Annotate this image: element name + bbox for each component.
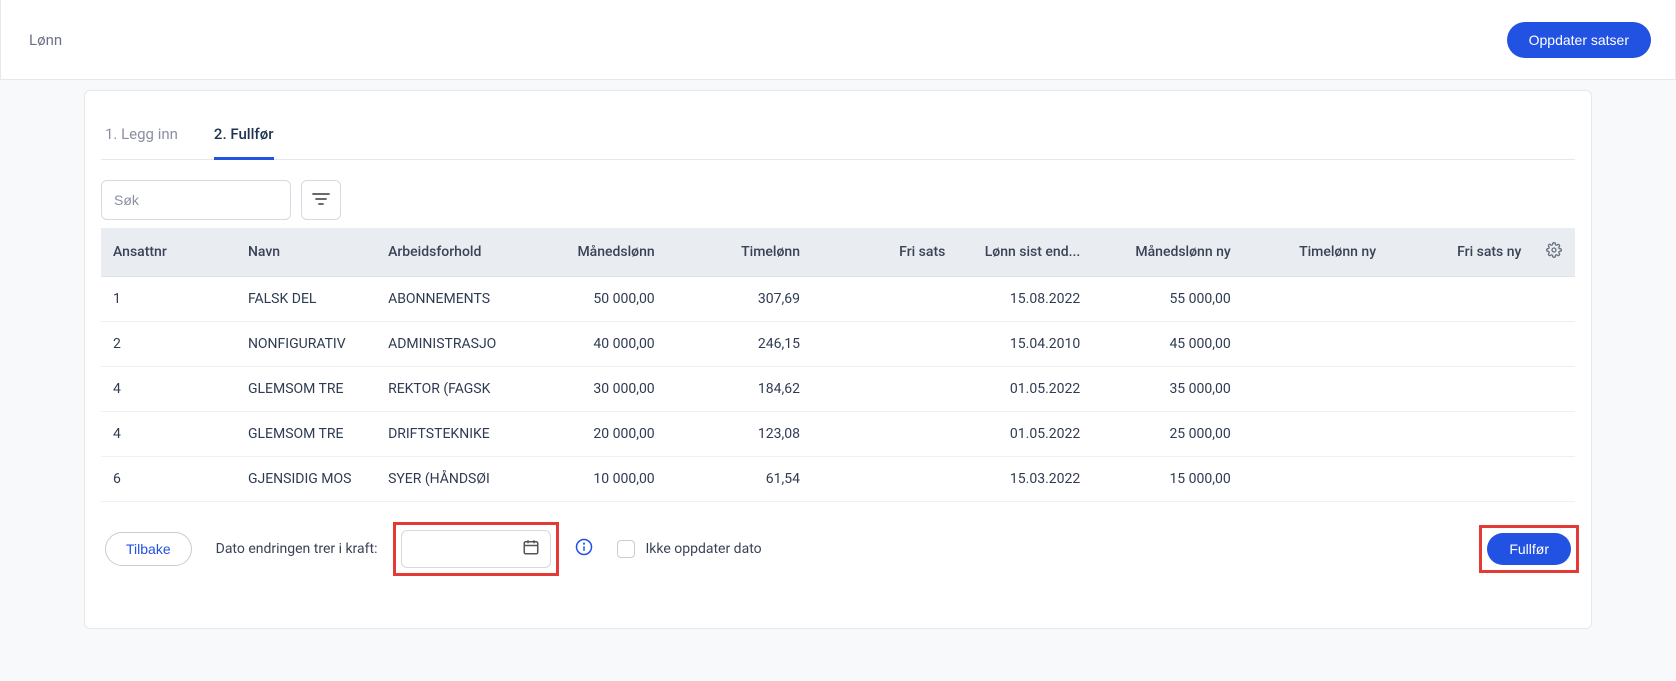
cell-lonn_sist_end: 01.05.2022 (957, 412, 1092, 457)
search-input[interactable] (101, 180, 291, 220)
gear-icon (1546, 246, 1562, 262)
cell-timelonn_ny (1243, 367, 1388, 412)
checkbox-box (617, 540, 635, 558)
col-ansattnr[interactable]: Ansattnr (101, 228, 236, 277)
step-tabs: 1. Legg inn 2. Fullfør (101, 115, 1575, 160)
cell-fri_sats_ny (1388, 367, 1533, 412)
cell-navn: NONFIGURATIV (236, 322, 376, 367)
cell-lonn_sist_end: 15.08.2022 (957, 277, 1092, 322)
cell-fri_sats_ny (1388, 277, 1533, 322)
filter-icon (312, 192, 330, 209)
cell-manedslonn: 40 000,00 (521, 322, 666, 367)
cell-arbeidsforhold: ABONNEMENTS (376, 277, 521, 322)
info-icon[interactable] (575, 538, 593, 560)
table-row[interactable]: 4GLEMSOM TREDRIFTSTEKNIKE20 000,00123,08… (101, 412, 1575, 457)
cell-navn: FALSK DEL (236, 277, 376, 322)
salary-table: Ansattnr Navn Arbeidsforhold Månedslønn … (101, 228, 1575, 502)
cell-lonn_sist_end: 15.04.2010 (957, 322, 1092, 367)
cell-manedslonn: 50 000,00 (521, 277, 666, 322)
checkbox-label: Ikke oppdater dato (645, 541, 761, 557)
cell-manedslonn_ny: 25 000,00 (1092, 412, 1243, 457)
tab-legg-inn[interactable]: 1. Legg inn (105, 115, 178, 159)
cell-ansattnr: 6 (101, 457, 236, 502)
cell-lonn_sist_end: 15.03.2022 (957, 457, 1092, 502)
cell-manedslonn: 10 000,00 (521, 457, 666, 502)
table-header-row: Ansattnr Navn Arbeidsforhold Månedslønn … (101, 228, 1575, 277)
update-rates-button[interactable]: Oppdater satser (1507, 22, 1651, 58)
cell-navn: GLEMSOM TRE (236, 367, 376, 412)
cell-fri_sats (812, 457, 957, 502)
filter-button[interactable] (301, 180, 341, 220)
date-effective-label: Dato endringen trer i kraft: (216, 541, 378, 557)
cell-empty (1533, 277, 1575, 322)
col-navn[interactable]: Navn (236, 228, 376, 277)
cell-manedslonn_ny: 45 000,00 (1092, 322, 1243, 367)
col-timelonn[interactable]: Timelønn (667, 228, 812, 277)
table-row[interactable]: 4GLEMSOM TREREKTOR (FAGSK30 000,00184,62… (101, 367, 1575, 412)
table-row[interactable]: 2NONFIGURATIVADMINISTRASJO40 000,00246,1… (101, 322, 1575, 367)
highlight-date-field (401, 530, 551, 568)
cell-empty (1533, 412, 1575, 457)
cell-fri_sats (812, 367, 957, 412)
footer-row: Tilbake Dato endringen trer i kraft: (101, 530, 1575, 568)
cell-manedslonn: 20 000,00 (521, 412, 666, 457)
cell-empty (1533, 322, 1575, 367)
toolbar (101, 180, 1575, 220)
cell-manedslonn: 30 000,00 (521, 367, 666, 412)
cell-navn: GLEMSOM TRE (236, 412, 376, 457)
cell-fri_sats (812, 322, 957, 367)
date-effective-input[interactable] (401, 530, 551, 568)
cell-empty (1533, 457, 1575, 502)
cell-arbeidsforhold: SYER (HÅNDSØI (376, 457, 521, 502)
cell-fri_sats_ny (1388, 412, 1533, 457)
col-timelonn-ny[interactable]: Timelønn ny (1243, 228, 1388, 277)
cell-timelonn_ny (1243, 322, 1388, 367)
cell-timelonn: 246,15 (667, 322, 812, 367)
cell-timelonn_ny (1243, 277, 1388, 322)
back-button[interactable]: Tilbake (105, 532, 192, 566)
cell-lonn_sist_end: 01.05.2022 (957, 367, 1092, 412)
table-row[interactable]: 1FALSK DELABONNEMENTS50 000,00307,69 15.0… (101, 277, 1575, 322)
page-title: Lønn (29, 31, 62, 49)
cell-timelonn: 123,08 (667, 412, 812, 457)
cell-navn: GJENSIDIG MOS (236, 457, 376, 502)
cell-timelonn_ny (1243, 457, 1388, 502)
cell-manedslonn_ny: 15 000,00 (1092, 457, 1243, 502)
cell-timelonn: 61,54 (667, 457, 812, 502)
col-manedslonn-ny[interactable]: Månedslønn ny (1092, 228, 1243, 277)
col-fri-sats-ny[interactable]: Fri sats ny (1388, 228, 1533, 277)
cell-fri_sats_ny (1388, 457, 1533, 502)
complete-button[interactable]: Fullfør (1487, 533, 1571, 565)
cell-fri_sats (812, 412, 957, 457)
cell-fri_sats (812, 277, 957, 322)
tab-fullfor[interactable]: 2. Fullfør (214, 115, 274, 160)
col-lonn-sist-end[interactable]: Lønn sist end... (957, 228, 1092, 277)
cell-timelonn: 184,62 (667, 367, 812, 412)
table-row[interactable]: 6GJENSIDIG MOSSYER (HÅNDSØI10 000,0061,5… (101, 457, 1575, 502)
col-fri-sats[interactable]: Fri sats (812, 228, 957, 277)
cell-timelonn: 307,69 (667, 277, 812, 322)
cell-manedslonn_ny: 55 000,00 (1092, 277, 1243, 322)
cell-fri_sats_ny (1388, 322, 1533, 367)
col-arbeidsforhold[interactable]: Arbeidsforhold (376, 228, 521, 277)
cell-empty (1533, 367, 1575, 412)
topbar: Lønn Oppdater satser (0, 0, 1676, 80)
cell-ansattnr: 4 (101, 367, 236, 412)
cell-ansattnr: 2 (101, 322, 236, 367)
cell-timelonn_ny (1243, 412, 1388, 457)
main-card: 1. Legg inn 2. Fullfør (84, 90, 1592, 629)
calendar-icon (522, 538, 540, 560)
cell-manedslonn_ny: 35 000,00 (1092, 367, 1243, 412)
cell-arbeidsforhold: REKTOR (FAGSK (376, 367, 521, 412)
highlight-complete-button: Fullfør (1487, 533, 1571, 565)
cell-ansattnr: 4 (101, 412, 236, 457)
col-settings[interactable] (1533, 228, 1575, 277)
cell-arbeidsforhold: DRIFTSTEKNIKE (376, 412, 521, 457)
cell-arbeidsforhold: ADMINISTRASJO (376, 322, 521, 367)
cell-ansattnr: 1 (101, 277, 236, 322)
col-manedslonn[interactable]: Månedslønn (521, 228, 666, 277)
dont-update-date-checkbox[interactable]: Ikke oppdater dato (617, 540, 761, 558)
